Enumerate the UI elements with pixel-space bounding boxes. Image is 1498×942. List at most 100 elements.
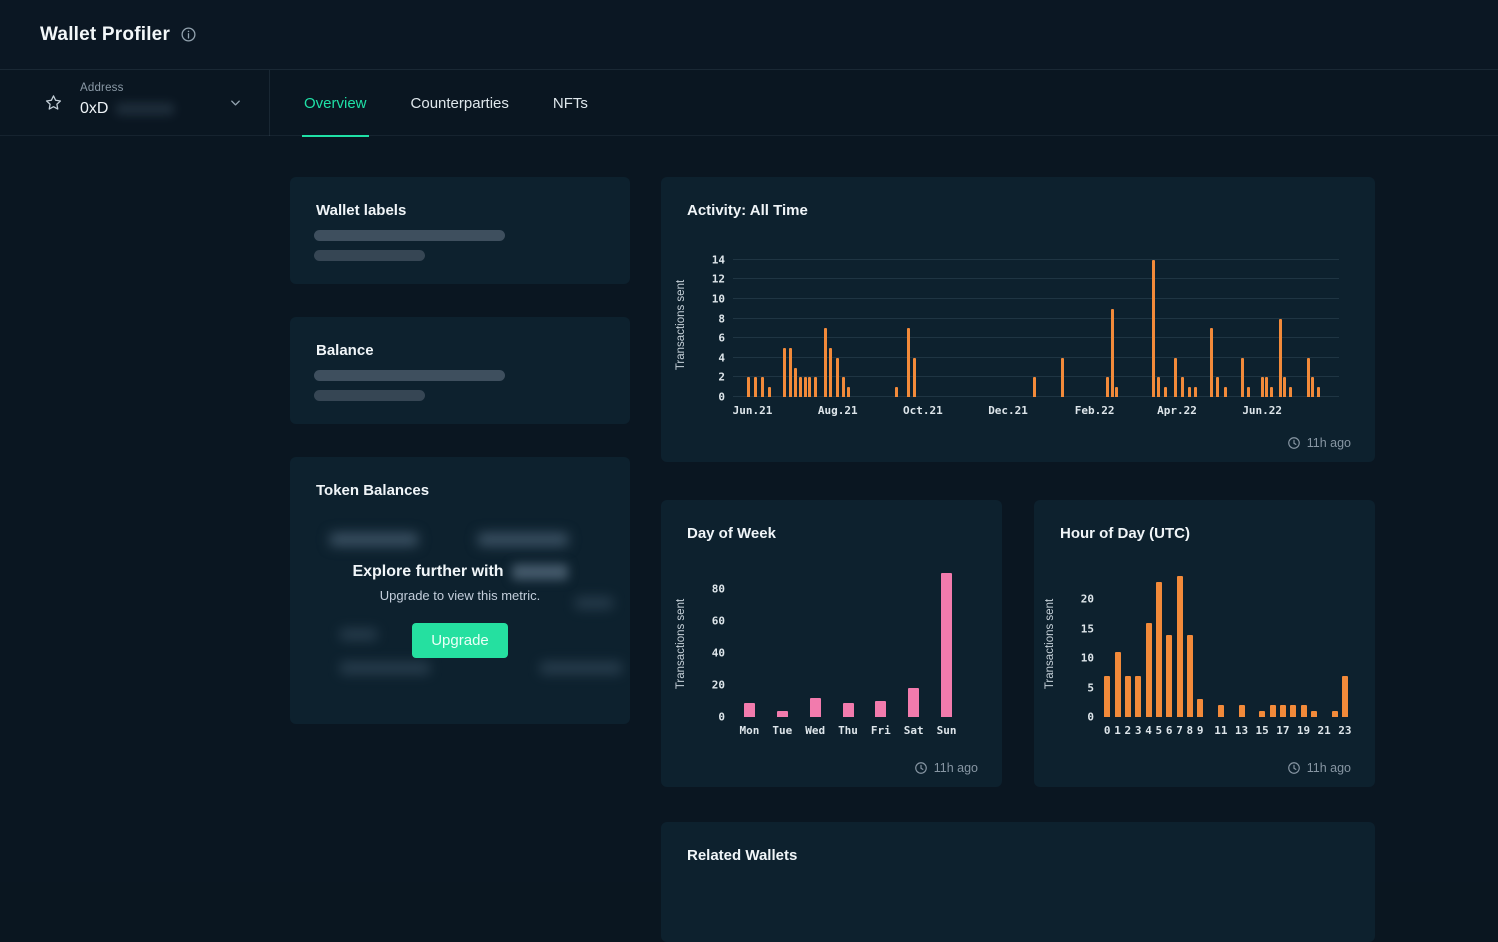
- bar: [1104, 676, 1110, 717]
- bar: [1194, 387, 1197, 397]
- tab-bar: Overview Counterparties NFTs: [270, 70, 590, 136]
- plot-area: [733, 570, 963, 717]
- bar: [1265, 377, 1268, 397]
- gridline: [733, 318, 1339, 319]
- related-wallets-title: Related Wallets: [687, 847, 797, 864]
- tab-overview[interactable]: Overview: [302, 70, 369, 136]
- wallet-profiler-page: Wallet Profiler Address 0xD Overview Cou…: [0, 0, 1498, 882]
- bar: [1174, 358, 1177, 397]
- tab-nfts[interactable]: NFTs: [551, 70, 590, 136]
- y-tick-label: 80: [712, 583, 725, 596]
- blurred-token-row: [540, 662, 622, 674]
- hour-of-day-panel: Hour of Day (UTC) Transactions sent 0510…: [1034, 500, 1375, 787]
- upgrade-overlay: Explore further with Upgrade to view thi…: [290, 563, 630, 658]
- x-tick-label: Sat: [904, 724, 924, 737]
- bar: [804, 377, 807, 397]
- x-tick-label: Sun: [937, 724, 957, 737]
- bar: [1216, 377, 1219, 397]
- x-tick-label: Dec.21: [988, 404, 1028, 417]
- gridline: [733, 259, 1339, 260]
- bar: [836, 358, 839, 397]
- bar: [907, 328, 910, 397]
- tab-counterparties[interactable]: Counterparties: [409, 70, 511, 136]
- y-tick-label: 14: [712, 253, 725, 266]
- x-tick-label: 21: [1318, 724, 1331, 737]
- skeleton-bar: [314, 230, 505, 241]
- x-tick-label: 4: [1145, 724, 1152, 737]
- x-axis-ticks: MonTueWedThuFriSatSun: [733, 717, 963, 739]
- bar: [1307, 358, 1310, 397]
- page-title: Wallet Profiler: [40, 24, 170, 46]
- bar: [1181, 377, 1184, 397]
- bar: [789, 348, 792, 397]
- x-tick-label: Oct.21: [903, 404, 943, 417]
- bar: [1224, 387, 1227, 397]
- blurred-token-row: [340, 662, 430, 674]
- y-tick-label: 4: [718, 351, 725, 364]
- bar: [1270, 705, 1276, 717]
- bar: [747, 377, 750, 397]
- last-updated: 11h ago: [1287, 436, 1351, 450]
- x-tick-label: 0: [1104, 724, 1111, 737]
- activity-chart: Transactions sent 02468101214 Jun.21Aug.…: [733, 252, 1339, 397]
- blurred-token-row: [478, 533, 568, 546]
- day-of-week-chart: Transactions sent 020406080 MonTueWedThu…: [733, 570, 963, 717]
- history-clock-icon: [1287, 761, 1301, 775]
- x-tick-label: Mon: [739, 724, 759, 737]
- x-tick-label: 8: [1187, 724, 1194, 737]
- y-tick-label: 12: [712, 273, 725, 286]
- bar: [1106, 377, 1109, 397]
- y-tick-label: 0: [718, 711, 725, 724]
- x-tick-label: 19: [1297, 724, 1310, 737]
- y-axis-ticks: 05101520: [1062, 570, 1094, 717]
- token-balances-panel: Token Balances Explore further with Upgr…: [290, 457, 630, 724]
- bar: [1156, 582, 1162, 717]
- history-clock-icon: [914, 761, 928, 775]
- x-tick-label: 11: [1214, 724, 1227, 737]
- bar: [1061, 358, 1064, 397]
- address-value: 0xD: [80, 100, 108, 118]
- bar: [1218, 705, 1224, 717]
- last-updated-text: 11h ago: [1307, 761, 1351, 775]
- bar: [1290, 705, 1296, 717]
- plot-area: [1102, 570, 1350, 717]
- top-header: Wallet Profiler: [0, 0, 1498, 70]
- hour-of-day-chart-title: Hour of Day (UTC): [1060, 525, 1190, 542]
- bar: [808, 377, 811, 397]
- redacted-address: [116, 103, 174, 115]
- chevron-down-icon[interactable]: [228, 96, 243, 111]
- star-icon[interactable]: [44, 94, 63, 113]
- gridline: [733, 278, 1339, 279]
- bar: [908, 688, 919, 717]
- x-tick-label: Apr.22: [1157, 404, 1197, 417]
- upgrade-overlay-heading: Explore further with: [352, 563, 503, 581]
- bar: [1152, 260, 1155, 397]
- bar: [847, 387, 850, 397]
- bar: [1342, 676, 1348, 717]
- address-selector[interactable]: Address 0xD: [0, 70, 270, 136]
- bar: [1188, 387, 1191, 397]
- y-axis-label: Transactions sent: [675, 598, 687, 688]
- day-of-week-chart-title: Day of Week: [687, 525, 776, 542]
- x-tick-label: 7: [1176, 724, 1183, 737]
- info-icon[interactable]: [180, 26, 197, 43]
- upgrade-button[interactable]: Upgrade: [412, 623, 508, 658]
- bar: [941, 573, 952, 717]
- bar: [843, 703, 854, 717]
- bar: [875, 701, 886, 717]
- bar: [1301, 705, 1307, 717]
- bar: [1111, 309, 1114, 397]
- bar: [1157, 377, 1160, 397]
- y-tick-label: 8: [718, 312, 725, 325]
- x-tick-label: Feb.22: [1075, 404, 1115, 417]
- x-tick-label: 3: [1135, 724, 1142, 737]
- blurred-brand-logo: [512, 564, 568, 580]
- y-axis-ticks: 020406080: [693, 570, 725, 717]
- bar: [829, 348, 832, 397]
- bar: [1317, 387, 1320, 397]
- x-tick-label: 13: [1235, 724, 1248, 737]
- hour-of-day-chart: Transactions sent 05101520 0123456789111…: [1102, 570, 1350, 717]
- x-tick-label: 15: [1256, 724, 1269, 737]
- bar: [842, 377, 845, 397]
- x-tick-label: 23: [1338, 724, 1351, 737]
